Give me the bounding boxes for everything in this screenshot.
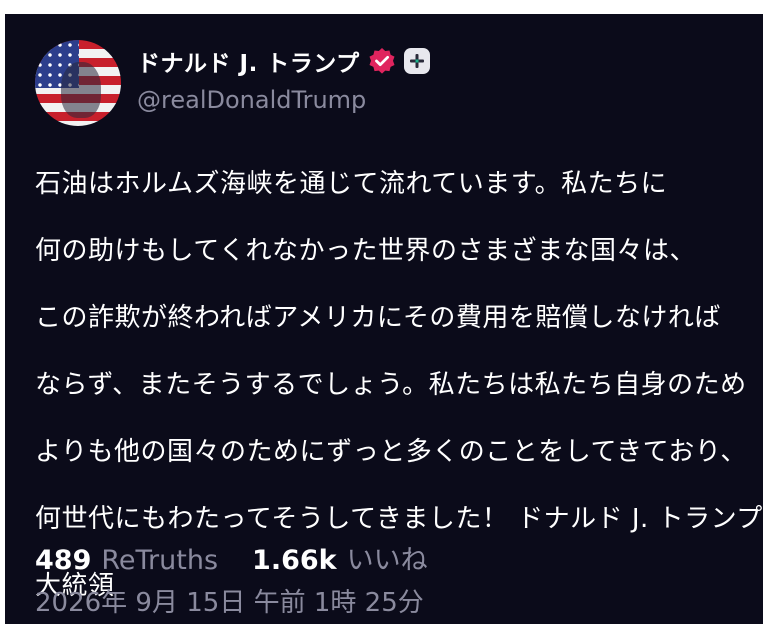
author-row: ドナルド J. トランプ [137, 44, 430, 78]
retruths-label[interactable]: ReTruths [101, 545, 218, 576]
plus-icon [409, 54, 424, 68]
follow-plus-button[interactable] [403, 48, 430, 74]
verified-badge-icon [369, 48, 395, 74]
post-body-line: よりも他の国々のためにずっと多くのことをしてきており、 [35, 437, 747, 467]
post-body-line: ならず、またそうするでしょう。私たちは私たち自身のため [35, 370, 747, 400]
post-body-line: 石油はホルムズ海峡を通じて流れています。私たちに [35, 169, 668, 199]
post-timestamp: 2026年 9月 15日 午前 1時 25分 [35, 588, 424, 618]
post-body-line: この詐欺が終わればアメリカにその費用を賠償しなければ [35, 303, 721, 333]
author-display-name[interactable]: ドナルド J. トランプ [137, 44, 360, 78]
post-body-line: 何世代にもわたってそうしてきました！ ドナルド J. トランプ [35, 504, 763, 534]
likes-count[interactable]: 1.66k [252, 545, 337, 576]
post-body-line: 何の助けもしてくれなかった世界のさまざまな国々は、 [35, 236, 696, 266]
avatar-portrait [61, 62, 101, 118]
likes-label[interactable]: いいね [347, 538, 428, 577]
avatar[interactable] [35, 40, 121, 126]
retruths-count[interactable]: 489 [35, 545, 91, 576]
post-stats: 489 ReTruths 1.66k いいね [35, 538, 428, 577]
post-card: ドナルド J. トランプ @realDonaldTrump 石油はホルムズ海峡を… [5, 14, 763, 624]
author-handle[interactable]: @realDonaldTrump [137, 86, 366, 114]
